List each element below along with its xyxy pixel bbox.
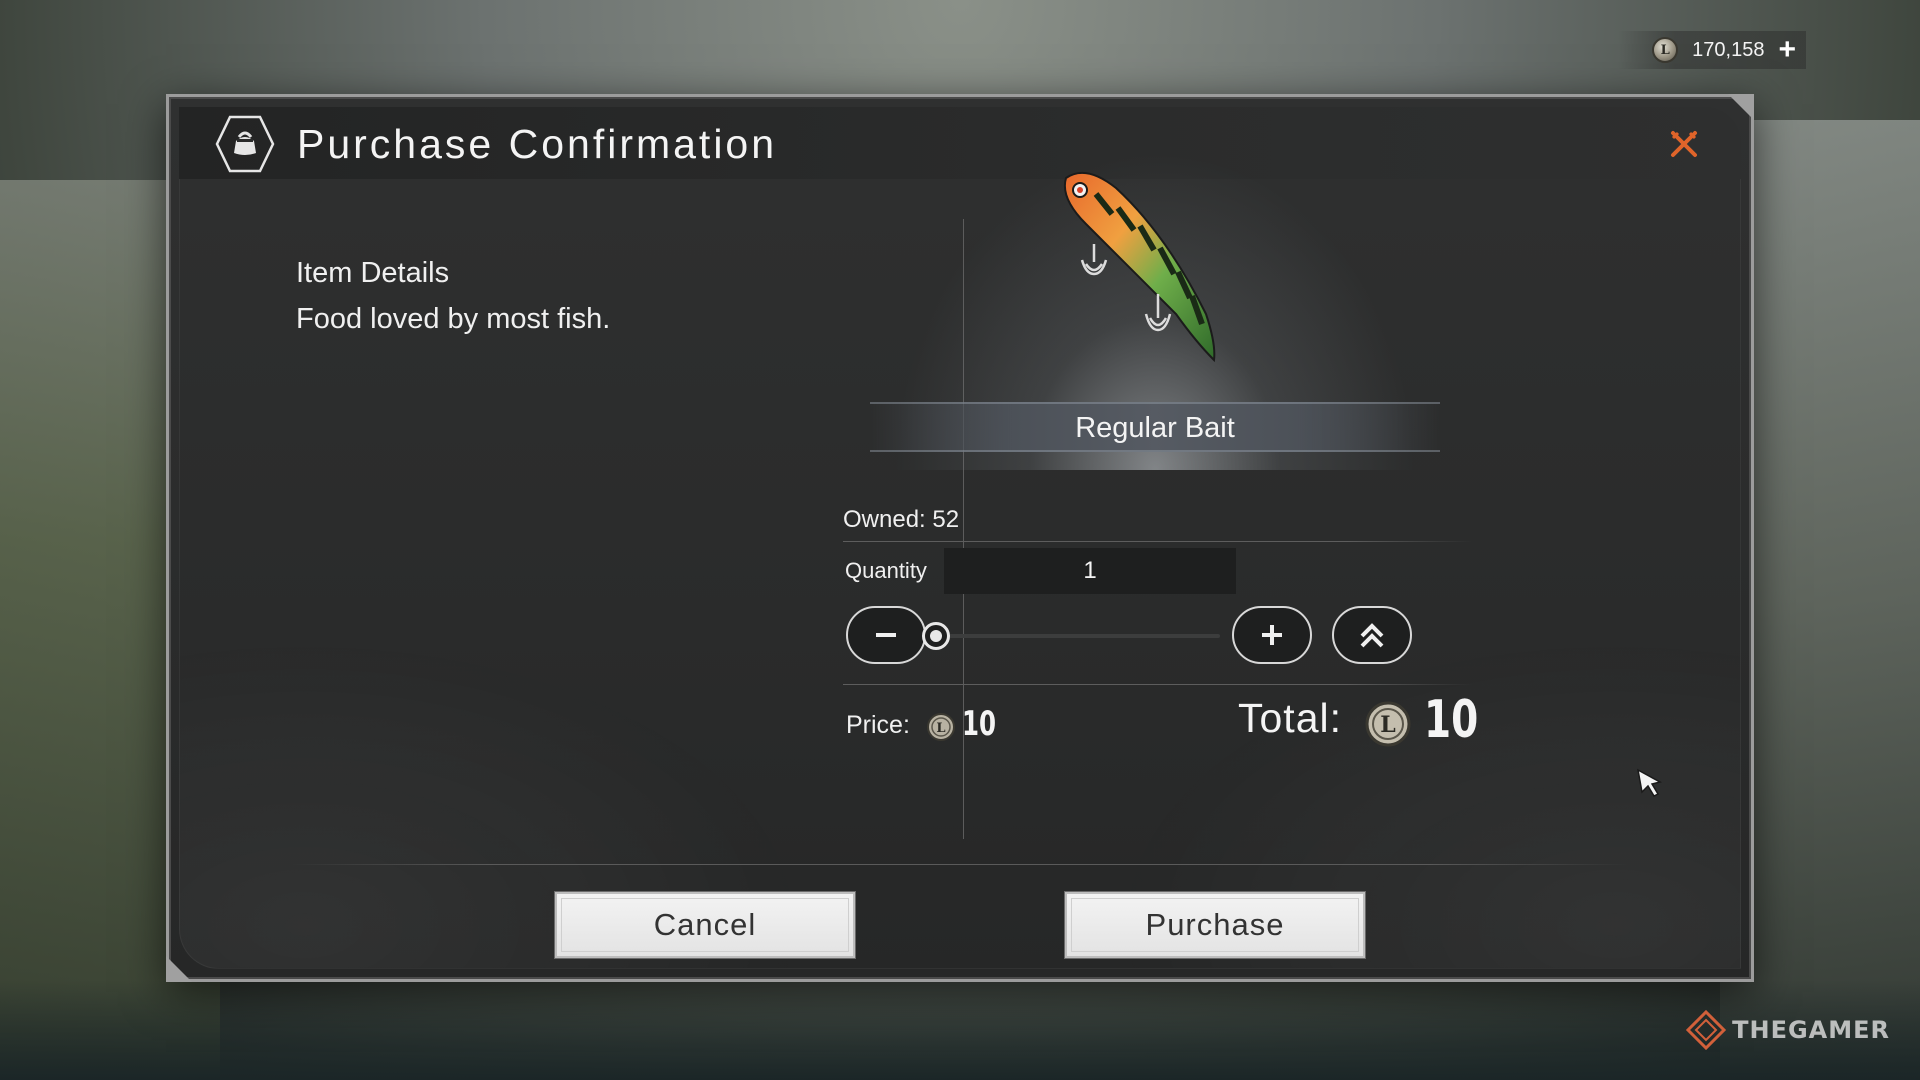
slider-handle[interactable]	[922, 622, 950, 650]
total-label: Total:	[1238, 695, 1342, 741]
watermark: THEGAMER	[1686, 1010, 1890, 1050]
watermark-text: THEGAMER	[1732, 1016, 1890, 1044]
currency-display: L 170,158 +	[1618, 31, 1806, 69]
quantity-input[interactable]	[944, 548, 1236, 594]
price-label: Price:	[846, 711, 910, 739]
total-value: 10	[1424, 690, 1479, 750]
coin-icon: L	[1652, 37, 1679, 63]
svg-text:L: L	[1380, 712, 1395, 738]
currency-bar: L 170,158 +	[1618, 31, 1806, 69]
purchase-button[interactable]: Purchase	[1065, 892, 1365, 958]
thegamer-logo-icon	[1686, 1010, 1727, 1050]
close-icon[interactable]	[1669, 129, 1699, 159]
plus-icon	[1262, 625, 1282, 645]
item-name: Regular Bait	[1075, 412, 1235, 444]
divider	[843, 541, 1473, 542]
mouse-cursor-icon	[1636, 768, 1663, 797]
quantity-slider[interactable]	[930, 634, 1220, 638]
coin-icon: L	[1365, 701, 1411, 747]
item-details-heading: Item Details	[296, 257, 450, 289]
add-currency-button[interactable]: +	[1778, 35, 1796, 65]
background-bottom	[0, 980, 1920, 1080]
corner-ornament	[166, 956, 192, 982]
divider	[843, 684, 1473, 685]
quantity-label: Quantity	[845, 558, 927, 583]
price-value: 10	[962, 704, 997, 744]
dialog-title: Purchase Confirmation	[297, 121, 778, 167]
coin-icon: L	[927, 713, 955, 741]
bag-icon	[215, 115, 275, 173]
max-quantity-button[interactable]	[1332, 606, 1412, 664]
svg-text:L: L	[936, 721, 945, 736]
cancel-button[interactable]: Cancel	[555, 892, 855, 958]
increase-quantity-button[interactable]	[1232, 606, 1312, 664]
minus-icon	[876, 633, 896, 637]
corner-ornament	[1728, 94, 1754, 120]
owned-count: Owned: 52	[843, 506, 960, 533]
double-chevron-up-icon	[1360, 623, 1384, 648]
fishing-lure-icon	[1064, 171, 1216, 363]
decrease-quantity-button[interactable]	[846, 606, 926, 664]
item-description: Food loved by most fish.	[296, 303, 611, 335]
divider	[292, 864, 1628, 865]
currency-amount: 170,158	[1692, 38, 1765, 61]
